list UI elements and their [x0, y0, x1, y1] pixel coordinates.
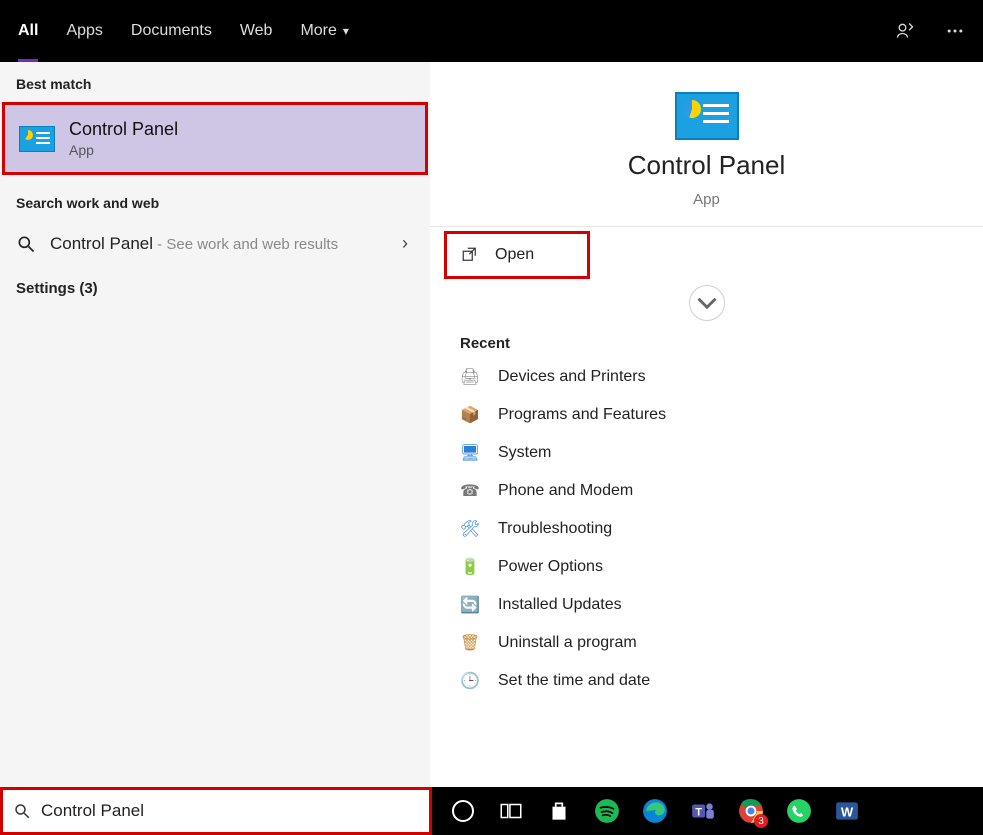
svg-text:T: T [695, 806, 702, 818]
edge-icon[interactable] [642, 798, 668, 824]
search-icon [13, 802, 31, 820]
expand-actions-button[interactable] [689, 285, 725, 321]
tab-documents[interactable]: Documents [131, 0, 212, 62]
tab-all[interactable]: All [18, 0, 38, 62]
open-icon [461, 246, 479, 264]
recent-header: Recent [430, 323, 983, 358]
chevron-down-icon: ▾ [343, 24, 349, 38]
feedback-icon[interactable] [895, 21, 915, 41]
annotation-search-box [0, 787, 432, 835]
best-match-header: Best match [0, 62, 430, 102]
badge: 3 [754, 814, 768, 828]
svg-text:W: W [841, 804, 854, 819]
recent-item-label: Power Options [498, 558, 603, 576]
recent-item[interactable]: 🔋 Power Options [430, 548, 983, 586]
tab-apps[interactable]: Apps [66, 0, 102, 62]
preview-title: Control Panel [628, 150, 786, 181]
search-work-web-header: Search work and web [0, 181, 430, 221]
search-input[interactable] [41, 801, 419, 821]
recent-item-icon: 🗑 [460, 633, 480, 653]
recent-item[interactable]: 🕒 Set the time and date [430, 662, 983, 700]
recent-item-icon: 🔋 [460, 557, 480, 577]
taskbar: T 3 W [0, 787, 983, 835]
settings-header[interactable]: Settings (3) [0, 266, 430, 311]
preview-pane: Control Panel App Open [430, 62, 983, 787]
recent-item[interactable]: ☎ Phone and Modem [430, 472, 983, 510]
recent-item-icon: 🖥 [460, 443, 480, 463]
control-panel-icon [19, 126, 55, 152]
recent-item-label: Installed Updates [498, 596, 622, 614]
recent-item-icon: 🛠 [460, 519, 480, 539]
store-icon[interactable] [546, 798, 572, 824]
preview-subtitle: App [693, 191, 720, 208]
task-view-icon[interactable] [498, 798, 524, 824]
recent-list: 🖨 Devices and Printers 📦 Programs and Featu… [430, 358, 983, 700]
recent-item[interactable]: 🛠 Troubleshooting [430, 510, 983, 548]
control-panel-icon [675, 92, 739, 140]
recent-item[interactable]: 🖨 Devices and Printers [430, 358, 983, 396]
tab-web[interactable]: Web [240, 0, 273, 62]
recent-item-label: Devices and Printers [498, 368, 646, 386]
work-web-subtitle: - See work and web results [153, 236, 338, 253]
open-label: Open [495, 246, 534, 264]
recent-item[interactable]: 🖥 System [430, 434, 983, 472]
chrome-icon[interactable]: 3 [738, 798, 764, 824]
search-work-web-result[interactable]: Control Panel - See work and web results… [0, 221, 430, 266]
work-web-title: Control Panel [50, 234, 153, 253]
recent-item-label: System [498, 444, 551, 462]
spotify-icon[interactable] [594, 798, 620, 824]
recent-item-icon: 🔄 [460, 595, 480, 615]
annotation-open: Open [444, 231, 590, 279]
best-match-title: Control Panel [69, 119, 178, 140]
chevron-right-icon: › [402, 233, 408, 254]
more-options-icon[interactable] [945, 21, 965, 41]
recent-item-label: Programs and Features [498, 406, 666, 424]
search-icon [16, 234, 36, 254]
teams-icon[interactable]: T [690, 798, 716, 824]
recent-item-label: Uninstall a program [498, 634, 637, 652]
results-pane: Best match Control Panel App Search work… [0, 62, 430, 787]
recent-item[interactable]: 🔄 Installed Updates [430, 586, 983, 624]
whatsapp-icon[interactable] [786, 798, 812, 824]
recent-item-icon: ☎ [460, 481, 480, 501]
taskbar-search-box[interactable] [3, 790, 429, 832]
recent-item[interactable]: 🗑 Uninstall a program [430, 624, 983, 662]
recent-item-icon: 🖨 [460, 367, 480, 387]
word-icon[interactable]: W [834, 798, 860, 824]
recent-item[interactable]: 📦 Programs and Features [430, 396, 983, 434]
tab-more[interactable]: More▾ [300, 0, 348, 62]
open-action[interactable]: Open [447, 234, 587, 276]
recent-item-icon: 📦 [460, 405, 480, 425]
cortana-icon[interactable] [450, 798, 476, 824]
recent-item-label: Set the time and date [498, 672, 650, 690]
recent-item-icon: 🕒 [460, 671, 480, 691]
recent-item-label: Phone and Modem [498, 482, 633, 500]
best-match-result[interactable]: Control Panel App [5, 105, 425, 172]
best-match-subtitle: App [69, 142, 178, 158]
recent-item-label: Troubleshooting [498, 520, 612, 538]
annotation-best-match: Control Panel App [2, 102, 428, 175]
search-top-bar: All Apps Documents Web More▾ [0, 0, 983, 62]
